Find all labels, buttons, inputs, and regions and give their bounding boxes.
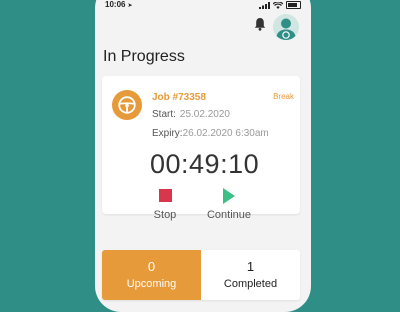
status-icons [259, 1, 301, 9]
play-icon [223, 188, 235, 204]
job-card[interactable]: Job #73358 Break Start: 25.02.2020 Expiry… [102, 76, 300, 221]
expiry-row: Expiry:26.02.2020 6:30am [152, 128, 269, 139]
status-time-text: 10:06 [105, 0, 126, 9]
job-number[interactable]: Job #73358 [152, 92, 206, 103]
status-time: 10:06 ➤ [105, 0, 133, 9]
status-badge: Break [273, 92, 294, 101]
stop-icon [158, 189, 172, 202]
page-title: In Progress [103, 48, 185, 65]
start-value: 25.02.2020 [179, 109, 230, 120]
top-bar [95, 14, 311, 40]
location-arrow-icon: ➤ [127, 3, 133, 9]
continue-label: Continue [206, 209, 252, 221]
wifi-icon [273, 1, 283, 9]
elapsed-timer: 00:49:10 [150, 149, 260, 179]
upcoming-label: Upcoming [126, 278, 177, 290]
bell-icon[interactable] [254, 17, 266, 31]
signal-icon [259, 1, 270, 9]
job-summary: 0 Upcoming 1 Completed [102, 250, 300, 300]
upcoming-tab[interactable]: 0 Upcoming [102, 250, 201, 300]
stop-button[interactable]: Stop [150, 189, 180, 221]
continue-button[interactable]: Continue [204, 188, 254, 221]
status-bar: 10:06 ➤ [95, 0, 311, 12]
expiry-label: Expiry: [152, 128, 183, 139]
upcoming-count: 0 [147, 259, 156, 274]
expiry-value: 26.02.2020 6:30am [182, 128, 269, 139]
steering-wheel-icon [112, 90, 142, 120]
completed-tab[interactable]: 1 Completed [201, 250, 300, 300]
completed-count: 1 [246, 259, 255, 274]
start-row: Start: 25.02.2020 [152, 109, 230, 120]
completed-label: Completed [223, 278, 278, 290]
start-label: Start: [152, 109, 176, 120]
battery-icon [286, 1, 301, 9]
phone-screen: 10:06 ➤ In Progress Job #73358 Break Sta… [95, 0, 311, 312]
driver-avatar-icon[interactable] [273, 14, 299, 40]
stop-label: Stop [153, 209, 177, 221]
